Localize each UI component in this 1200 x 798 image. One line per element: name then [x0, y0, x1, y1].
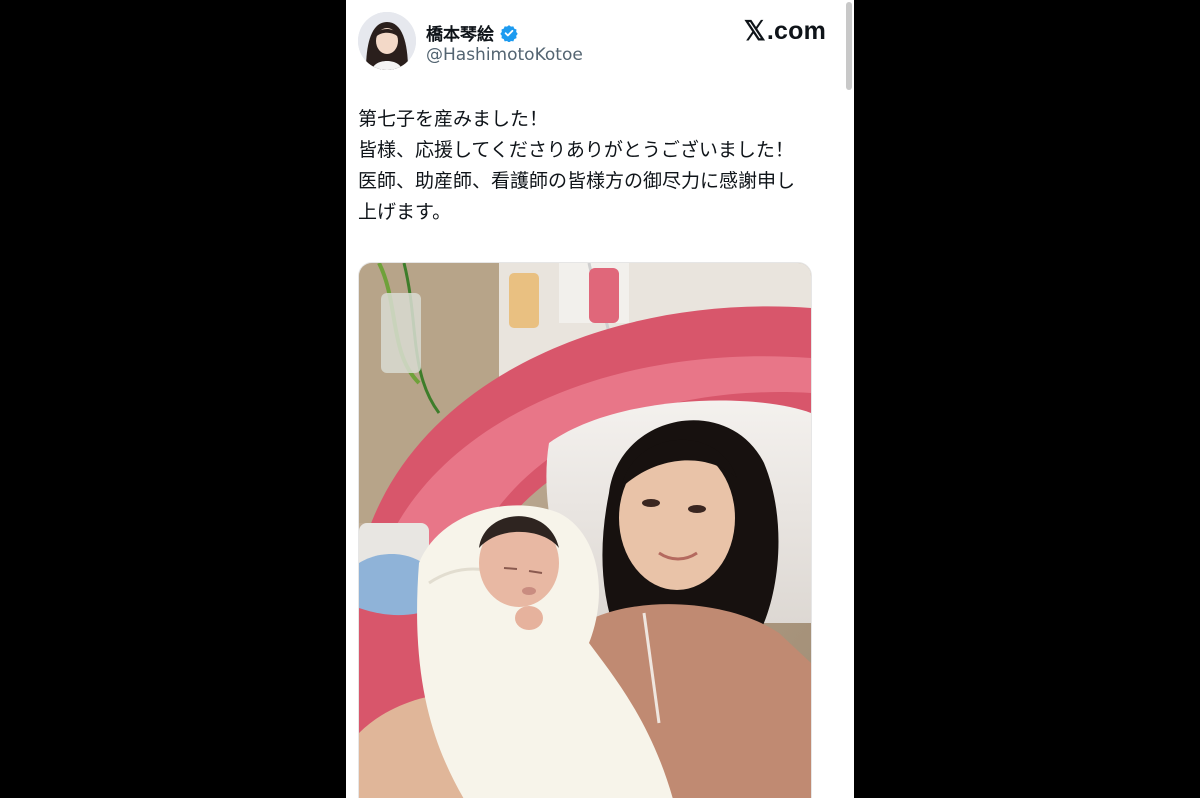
profile-avatar[interactable] — [358, 12, 416, 70]
brand-suffix: .com — [766, 17, 826, 45]
user-handle[interactable]: @HashimotoKotoe — [426, 45, 583, 65]
tweet-text-line: 上げます。 — [358, 201, 452, 223]
verified-badge-icon — [500, 24, 518, 42]
page-scrollbar[interactable] — [846, 2, 852, 90]
tweet-text-line: 第七子を産みました！ — [358, 108, 549, 130]
tweet-text: 第七子を産みました！ 皆様、応援してくださりありがとうございました！ 医師、助産… — [358, 104, 842, 228]
photo-mother-with-newborn — [359, 263, 811, 798]
display-name-row[interactable]: 橋本琴絵 — [426, 20, 518, 45]
x-com-logo[interactable]: 𝕏 .com — [744, 16, 826, 47]
tweet-text-line: 医師、助産師、看護師の皆様方の御尽力に感謝申し — [358, 170, 796, 192]
avatar-icon — [358, 12, 416, 70]
tweet-photo[interactable] — [358, 262, 812, 798]
tweet-card: 橋本琴絵 @HashimotoKotoe 𝕏 .com 第七子を産みました！ 皆… — [346, 0, 854, 798]
display-name[interactable]: 橋本琴絵 — [426, 20, 494, 45]
x-logo-icon: 𝕏 — [743, 16, 766, 46]
tweet-text-line: 皆様、応援してくださりありがとうございました！ — [358, 139, 794, 161]
